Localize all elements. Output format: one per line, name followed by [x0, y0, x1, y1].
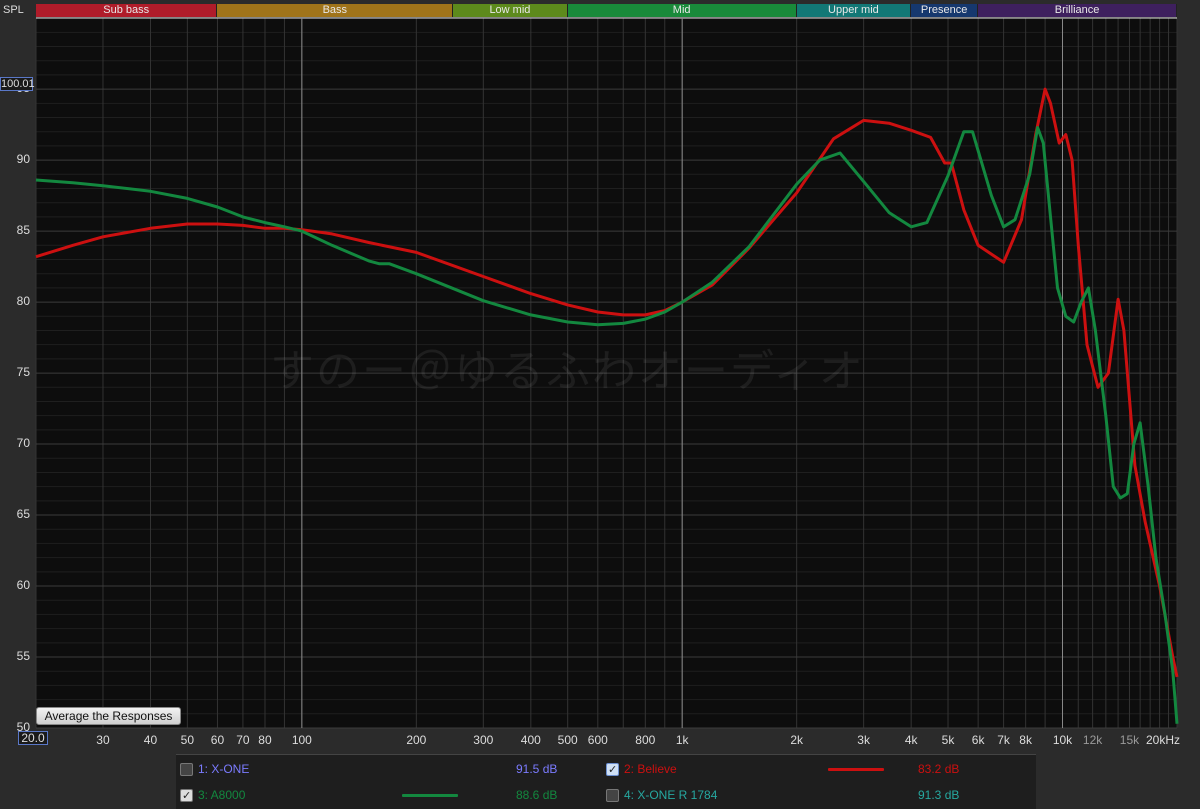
average-responses-button[interactable]: Average the Responses [36, 707, 181, 725]
watermark-text: すのー＠ゆるふわオーディオ [270, 346, 865, 397]
y-tick-label: 80 [16, 294, 30, 309]
x-tick-label: 600 [587, 733, 608, 747]
x-tick-label: 200 [406, 733, 427, 747]
x-tick-label: 400 [520, 733, 541, 747]
y-tick-label: 85 [16, 223, 30, 238]
x-tick-label: 60 [210, 733, 225, 747]
x-min-input[interactable]: 20.0 [18, 731, 48, 745]
legend-db: 83.2 dB [918, 762, 960, 776]
x-tick-label: 1k [675, 733, 689, 747]
x-tick-label: 5k [941, 733, 955, 747]
legend-db: 91.3 dB [918, 788, 960, 802]
legend-item-x-one-r-1784[interactable]: 4: X-ONE R 1784 91.3 dB [606, 785, 1026, 805]
checkbox-a8000[interactable] [180, 786, 193, 806]
legend-item-x-one[interactable]: 1: X-ONE 91.5 dB [180, 759, 600, 779]
x-tick-label: 100 [291, 733, 312, 747]
y-tick-label: 70 [16, 436, 30, 451]
frequency-response-chart[interactable] [0, 0, 1200, 808]
y-tick-label: 90 [16, 152, 30, 167]
y-tick-label: 60 [16, 578, 30, 593]
legend-swatch-a8000 [402, 794, 458, 797]
x-tick-label: 40 [143, 733, 158, 747]
checkbox-x-one[interactable] [180, 763, 193, 776]
x-tick-label: 50 [180, 733, 195, 747]
y-max-input[interactable]: 100.01 [0, 77, 35, 91]
legend-swatch-believe [828, 768, 884, 771]
legend-item-a8000[interactable]: 3: A8000 88.6 dB [180, 785, 600, 806]
x-tick-label: 6k [971, 733, 985, 747]
checkbox-believe[interactable] [606, 760, 619, 780]
x-tick-label: 7k [997, 733, 1010, 747]
legend-name: 1: X-ONE [198, 762, 250, 776]
y-tick-label: 55 [16, 649, 30, 663]
x-tick-label: 800 [635, 733, 656, 747]
legend-name: 2: Believe [624, 762, 677, 776]
legend-panel: 1: X-ONE 91.5 dB 2: Believe 83.2 dB 3: A… [176, 754, 1036, 809]
y-tick-label: 75 [16, 365, 30, 380]
legend-name: 3: A8000 [198, 788, 246, 802]
legend-name: 4: X-ONE R 1784 [624, 788, 718, 802]
legend-db: 88.6 dB [516, 788, 558, 802]
x-tick-label: 80 [258, 733, 272, 747]
checkbox-x-one-r-1784[interactable] [606, 789, 619, 802]
legend-item-believe[interactable]: 2: Believe 83.2 dB [606, 759, 1026, 780]
legend-db: 91.5 dB [516, 762, 558, 776]
x-tick-label: 20kHz [1145, 733, 1181, 747]
x-tick-label: 3k [857, 733, 870, 747]
x-tick-label: 500 [557, 733, 578, 747]
x-tick-label: 10k [1052, 733, 1073, 747]
x-tick-label: 4k [904, 733, 918, 747]
x-tick-label: 300 [473, 733, 494, 747]
y-tick-label: 65 [16, 507, 30, 522]
x-tick-label: 30 [96, 733, 110, 747]
x-tick-label: 8k [1019, 733, 1032, 747]
x-tick-label: 70 [236, 733, 250, 747]
x-tick-label: 12k [1082, 733, 1103, 747]
x-tick-label: 15k [1119, 733, 1140, 747]
x-tick-label: 2k [790, 733, 803, 747]
